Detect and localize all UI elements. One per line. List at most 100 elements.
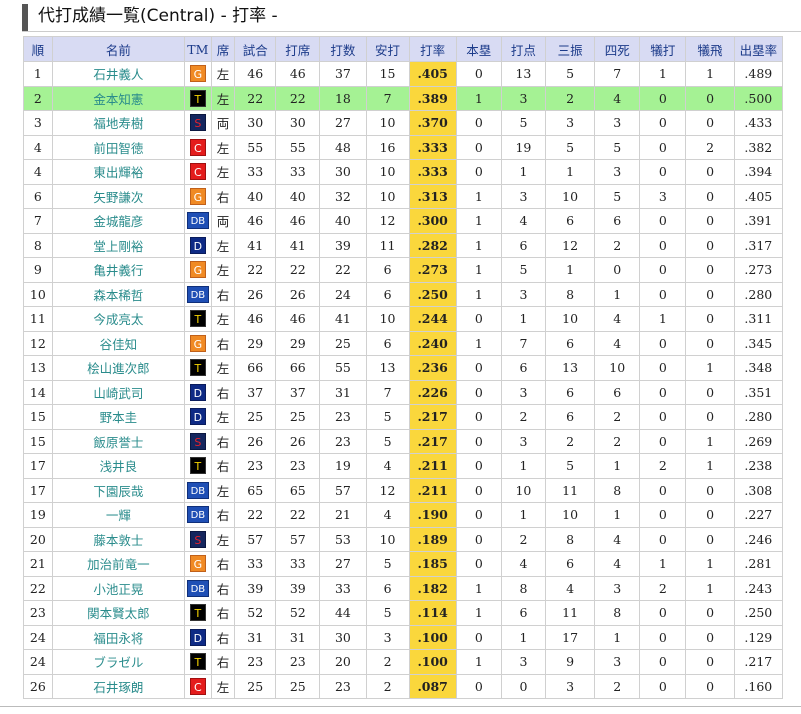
so-cell: 5 [544,61,596,87]
sf-cell: 0 [685,281,735,307]
player-name-cell[interactable]: ブラゼル [51,649,186,675]
player-name-cell[interactable]: 飯原誉士 [51,428,186,454]
games-cell: 57 [234,526,277,552]
player-name-cell[interactable]: 福田永将 [51,624,186,650]
player-name-cell[interactable]: 浅井良 [51,453,186,479]
team-badge-icon: D [189,383,206,401]
rbi-cell: 3 [500,183,546,209]
table-row: 10 森本稀哲 DB 右 26 26 24 6.250 1 3 8 1 0 0.280 [23,281,784,307]
team-cell: DB [184,575,212,601]
so-cell: 11 [544,477,596,503]
col-header-bat-side[interactable]: 席 [210,36,236,62]
team-badge-icon: T [189,310,206,328]
player-name-cell[interactable]: 石井琢朗 [51,673,186,699]
col-header-games[interactable]: 試合 [234,36,277,62]
rbi-cell: 1 [500,306,546,332]
player-name-cell[interactable]: 関本賢太郎 [51,600,186,626]
col-header-plate-appearances[interactable]: 打席 [275,36,321,62]
col-header-strikeouts[interactable]: 三振 [544,36,596,62]
rank-cell: 4 [23,134,53,160]
player-name-cell[interactable]: 小池正晃 [51,575,186,601]
player-name-cell[interactable]: 藤本敦士 [51,526,186,552]
col-header-rank[interactable]: 順 [23,36,53,62]
team-cell: D [184,624,212,650]
team-badge-icon: DB [186,481,209,499]
ab-cell: 40 [319,208,367,234]
player-name-cell[interactable]: 石井義人 [51,61,186,87]
col-header-batting-avg[interactable]: 打率 [408,36,457,62]
bat-side-cell: 右 [210,502,236,528]
bat-side-cell: 右 [210,551,236,577]
sf-cell: 1 [685,551,735,577]
hits-cell: 11 [365,232,410,258]
pa-cell: 39 [275,575,321,601]
obp-cell: .345 [733,330,784,356]
rbi-cell: 3 [500,85,546,111]
player-name-cell[interactable]: 東出輝裕 [51,159,186,185]
so-cell: 2 [544,85,596,111]
rank-cell: 3 [23,110,53,136]
pa-cell: 25 [275,673,321,699]
player-name-cell[interactable]: 一輝 [51,502,186,528]
bat-side-cell: 左 [210,257,236,283]
player-name-cell[interactable]: 下園辰哉 [51,477,186,503]
obp-cell: .269 [733,428,784,454]
player-name-cell[interactable]: 前田智徳 [51,134,186,160]
player-name-cell[interactable]: 福地寿樹 [51,110,186,136]
col-header-name[interactable]: 名前 [51,36,186,62]
player-name-cell[interactable]: 今成亮太 [51,306,186,332]
player-name-cell[interactable]: 亀井義行 [51,257,186,283]
col-header-rbi[interactable]: 打点 [500,36,546,62]
player-name-cell[interactable]: 山崎武司 [51,379,186,405]
rbi-cell: 6 [500,600,546,626]
sh-cell: 3 [639,183,687,209]
hits-cell: 5 [365,428,410,454]
team-badge-icon: T [189,89,206,107]
player-name-cell[interactable]: 金城龍彦 [51,208,186,234]
hr-cell: 1 [455,649,502,675]
obp-cell: .391 [733,208,784,234]
col-header-home-runs[interactable]: 本塁 [455,36,502,62]
col-header-at-bats[interactable]: 打数 [319,36,367,62]
player-name-cell[interactable]: 加治前竜一 [51,551,186,577]
so-cell: 6 [544,404,596,430]
player-name-cell[interactable]: 堂上剛裕 [51,232,186,258]
team-cell: S [184,110,212,136]
player-name-cell[interactable]: 野本圭 [51,404,186,430]
so-cell: 5 [544,134,596,160]
rank-cell: 24 [23,624,53,650]
bb-cell: 3 [594,110,641,136]
col-header-walks[interactable]: 四死 [594,36,641,62]
col-header-hits[interactable]: 安打 [365,36,410,62]
col-header-obp[interactable]: 出塁率 [733,36,784,62]
bb-cell: 6 [594,379,641,405]
table-row: 8 堂上剛裕 D 左 41 41 39 11.282 1 6 12 2 0 0.317 [23,232,784,258]
games-cell: 52 [234,600,277,626]
player-name-cell[interactable]: 森本稀哲 [51,281,186,307]
bb-cell: 8 [594,477,641,503]
player-name-cell[interactable]: 金本知憲 [51,85,186,111]
player-name-cell[interactable]: 矢野謙次 [51,183,186,209]
rbi-cell: 4 [500,551,546,577]
sh-cell: 0 [639,159,687,185]
pa-cell: 33 [275,159,321,185]
obp-cell: .281 [733,551,784,577]
table-row: 26 石井琢朗 C 左 25 25 23 2.087 0 0 3 2 0 0.160 [23,673,784,699]
player-name-cell[interactable]: 桧山進次郎 [51,355,186,381]
col-header-team[interactable]: TM [184,36,212,62]
col-header-sac-flies[interactable]: 犠飛 [685,36,735,62]
hits-cell: 2 [365,649,410,675]
hits-cell: 5 [365,551,410,577]
batting-avg-cell: .100 [408,624,457,650]
team-badge-icon: DB [186,506,209,524]
rank-cell: 24 [23,649,53,675]
games-cell: 46 [234,61,277,87]
player-name-cell[interactable]: 谷佳知 [51,330,186,356]
sh-cell: 0 [639,477,687,503]
table-row: 20 藤本敦士 S 左 57 57 53 10.189 0 2 8 4 0 0.246 [23,526,784,552]
team-badge-icon: DB [186,579,209,597]
hits-cell: 12 [365,477,410,503]
col-header-sac-bunts[interactable]: 犠打 [639,36,687,62]
sf-cell: 0 [685,673,735,699]
sf-cell: 0 [685,110,735,136]
